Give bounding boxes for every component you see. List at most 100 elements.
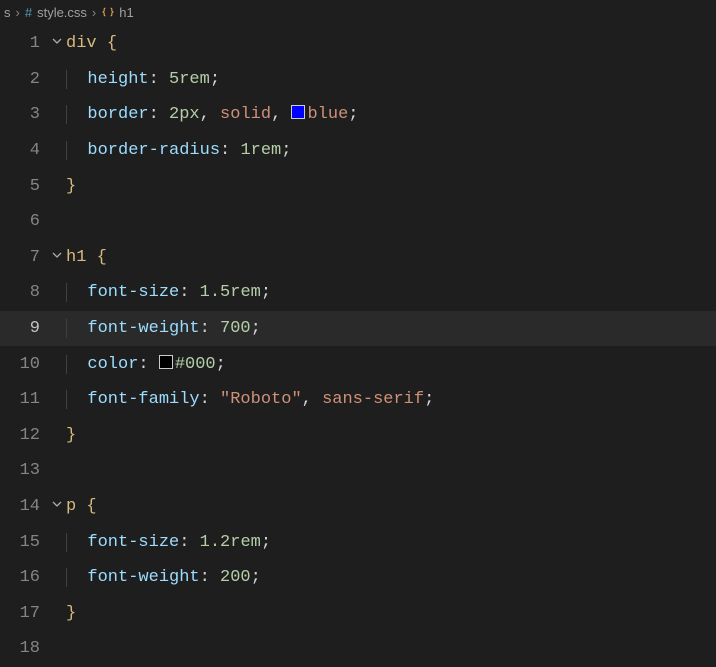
- token: h1: [66, 248, 86, 267]
- line-number[interactable]: 6: [0, 212, 48, 231]
- code-editor[interactable]: 1div {2 height: 5rem;3 border: 2px, soli…: [0, 24, 716, 667]
- code-line[interactable]: 11 font-family: "Roboto", sans-serif;: [0, 382, 716, 418]
- token: :: [149, 70, 169, 89]
- code-content[interactable]: h1 {: [66, 248, 716, 267]
- line-number[interactable]: 1: [0, 34, 48, 53]
- breadcrumb-file[interactable]: # style.css: [25, 5, 87, 20]
- fold-toggle-icon[interactable]: [48, 35, 66, 52]
- code-line[interactable]: 10 color: #000;: [0, 346, 716, 382]
- breadcrumb[interactable]: s › # style.css › h1: [0, 0, 716, 24]
- chevron-down-icon: [51, 35, 63, 52]
- code-content[interactable]: font-weight: 200;: [66, 568, 716, 587]
- fold-toggle-icon[interactable]: [48, 498, 66, 515]
- code-content[interactable]: border-radius: 1rem;: [66, 141, 716, 160]
- token: #000: [175, 355, 216, 374]
- token: font-size: [87, 533, 179, 552]
- code-line[interactable]: 14 p {: [0, 489, 716, 525]
- token: ,: [200, 105, 220, 124]
- code-line[interactable]: 7 h1 {: [0, 240, 716, 276]
- token: 2px: [169, 105, 200, 124]
- line-number[interactable]: 10: [0, 355, 48, 374]
- code-line[interactable]: 12}: [0, 418, 716, 454]
- code-line[interactable]: 17}: [0, 596, 716, 632]
- token: ;: [261, 283, 271, 302]
- color-swatch[interactable]: [291, 105, 305, 119]
- token: p: [66, 497, 76, 516]
- token: font-family: [87, 390, 199, 409]
- token: :: [200, 319, 220, 338]
- css-file-icon: #: [25, 5, 32, 20]
- color-swatch[interactable]: [159, 355, 173, 369]
- code-content[interactable]: font-size: 1.5rem;: [66, 283, 716, 302]
- token: }: [66, 177, 76, 196]
- code-content[interactable]: height: 5rem;: [66, 70, 716, 89]
- code-content[interactable]: font-family: "Roboto", sans-serif;: [66, 390, 716, 409]
- indent-guide: [66, 70, 87, 89]
- chevron-down-icon: [51, 249, 63, 266]
- line-number[interactable]: 9: [0, 319, 48, 338]
- fold-toggle-icon[interactable]: [48, 249, 66, 266]
- code-line[interactable]: 8 font-size: 1.5rem;: [0, 275, 716, 311]
- token: 1rem: [240, 141, 281, 160]
- token: [76, 497, 86, 516]
- token: 200: [220, 568, 251, 587]
- token: }: [66, 604, 76, 623]
- line-number[interactable]: 14: [0, 497, 48, 516]
- token: border: [87, 105, 148, 124]
- code-line[interactable]: 15 font-size: 1.2rem;: [0, 524, 716, 560]
- token: ;: [251, 319, 261, 338]
- code-content[interactable]: div {: [66, 34, 716, 53]
- chevron-right-icon: ›: [16, 5, 20, 20]
- token: :: [200, 390, 220, 409]
- line-number[interactable]: 5: [0, 177, 48, 196]
- line-number[interactable]: 13: [0, 461, 48, 480]
- line-number[interactable]: 16: [0, 568, 48, 587]
- code-content[interactable]: font-size: 1.2rem;: [66, 533, 716, 552]
- code-content[interactable]: }: [66, 426, 716, 445]
- line-number[interactable]: 3: [0, 105, 48, 124]
- line-number[interactable]: 15: [0, 533, 48, 552]
- token: ;: [424, 390, 434, 409]
- code-line[interactable]: 5}: [0, 168, 716, 204]
- code-line[interactable]: 1 div {: [0, 26, 716, 62]
- code-line[interactable]: 16 font-weight: 200;: [0, 560, 716, 596]
- line-number[interactable]: 7: [0, 248, 48, 267]
- breadcrumb-symbol[interactable]: h1: [101, 5, 133, 20]
- token: "Roboto": [220, 390, 302, 409]
- token: }: [66, 426, 76, 445]
- line-number[interactable]: 18: [0, 639, 48, 658]
- line-number[interactable]: 17: [0, 604, 48, 623]
- code-content[interactable]: font-weight: 700;: [66, 319, 716, 338]
- code-line[interactable]: 9 font-weight: 700;: [0, 311, 716, 347]
- token: blue: [307, 105, 348, 124]
- code-content[interactable]: }: [66, 177, 716, 196]
- code-content[interactable]: p {: [66, 497, 716, 516]
- code-content[interactable]: border: 2px, solid, blue;: [66, 105, 716, 124]
- token: color: [87, 355, 138, 374]
- token: height: [87, 70, 148, 89]
- code-content[interactable]: }: [66, 604, 716, 623]
- line-number[interactable]: 4: [0, 141, 48, 160]
- token: ;: [348, 105, 358, 124]
- line-number[interactable]: 2: [0, 70, 48, 89]
- line-number[interactable]: 8: [0, 283, 48, 302]
- code-line[interactable]: 6: [0, 204, 716, 240]
- code-line[interactable]: 4 border-radius: 1rem;: [0, 133, 716, 169]
- code-line[interactable]: 3 border: 2px, solid, blue;: [0, 97, 716, 133]
- token: :: [138, 355, 158, 374]
- token: ,: [302, 390, 322, 409]
- indent-guide: [66, 390, 87, 409]
- code-line[interactable]: 18: [0, 631, 716, 667]
- indent-guide: [66, 533, 87, 552]
- line-number[interactable]: 12: [0, 426, 48, 445]
- token: font-weight: [87, 568, 199, 587]
- line-number[interactable]: 11: [0, 390, 48, 409]
- token: font-weight: [87, 319, 199, 338]
- code-line[interactable]: 13: [0, 453, 716, 489]
- token: ;: [281, 141, 291, 160]
- breadcrumb-symbol-label: h1: [119, 5, 133, 20]
- token: font-size: [87, 283, 179, 302]
- css-rule-icon: [101, 5, 115, 19]
- code-line[interactable]: 2 height: 5rem;: [0, 62, 716, 98]
- code-content[interactable]: color: #000;: [66, 355, 716, 374]
